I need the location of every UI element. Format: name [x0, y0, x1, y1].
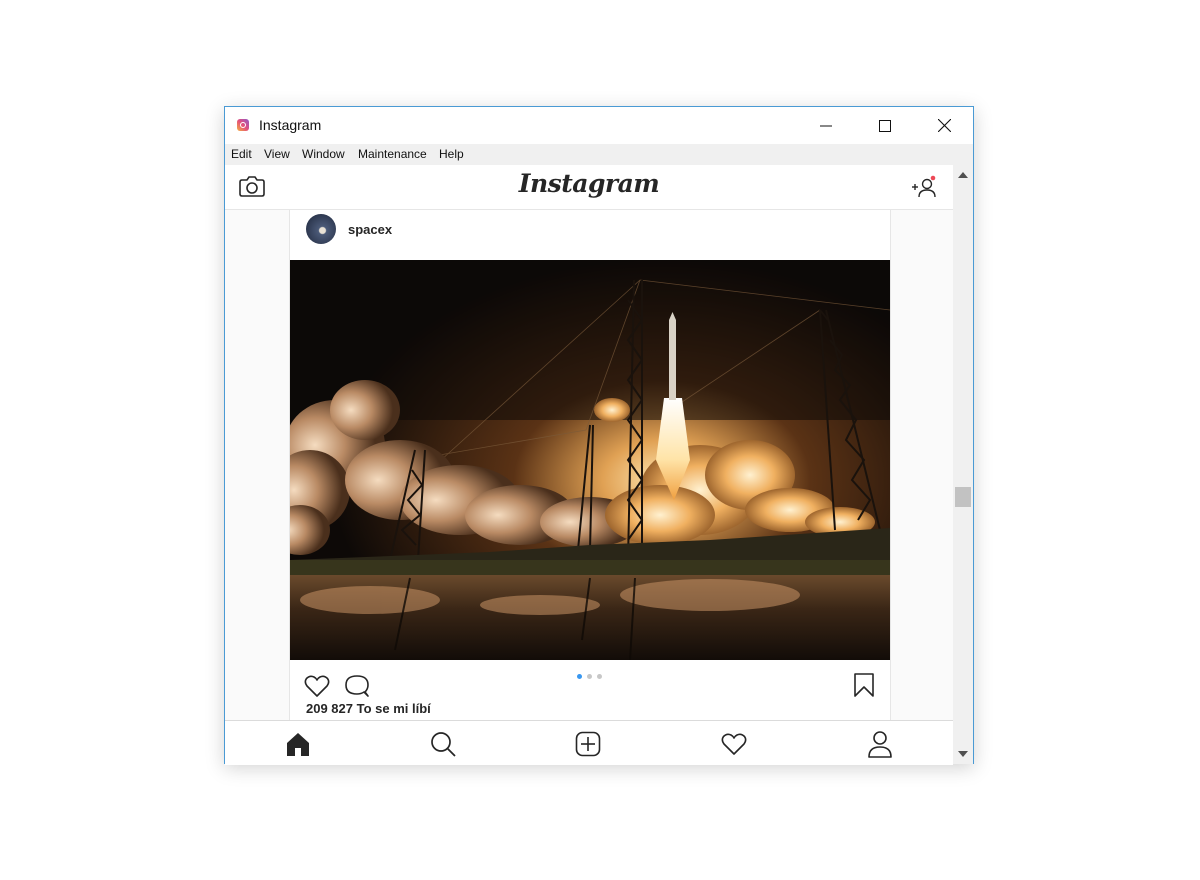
- instagram-logo: Instagram: [518, 169, 660, 198]
- like-button[interactable]: [304, 674, 330, 698]
- carousel-dot: [597, 674, 602, 679]
- scroll-thumb[interactable]: [955, 487, 971, 507]
- close-icon: [937, 119, 951, 132]
- scroll-up-arrow-icon: [958, 172, 968, 178]
- instagram-app-icon: [237, 119, 249, 131]
- comment-icon: [345, 675, 369, 697]
- likes-count[interactable]: 209 827 To se mi líbí: [306, 701, 431, 716]
- post-image[interactable]: [290, 260, 890, 660]
- minimize-icon: [820, 125, 832, 126]
- activity-heart-icon: [721, 733, 747, 755]
- close-button[interactable]: [915, 107, 973, 144]
- menu-bar: Edit View Window Maintenance Help: [225, 144, 973, 165]
- menu-window[interactable]: Window: [302, 147, 345, 161]
- search-icon: [431, 732, 456, 757]
- minimize-button[interactable]: [797, 107, 855, 144]
- nav-add-post[interactable]: [573, 729, 603, 759]
- menu-maintenance[interactable]: Maintenance: [358, 147, 427, 161]
- scroll-down-arrow-icon: [958, 751, 968, 757]
- post-username[interactable]: spacex: [348, 222, 392, 237]
- scroll-down-button[interactable]: [953, 744, 973, 764]
- carousel-dot-active: [577, 674, 582, 679]
- notification-dot: [930, 175, 936, 181]
- save-button[interactable]: [853, 672, 875, 698]
- home-icon: [287, 733, 309, 756]
- bottom-navigation: [225, 720, 953, 765]
- nav-home[interactable]: [283, 729, 313, 759]
- add-post-icon: [575, 731, 601, 757]
- carousel-dot: [587, 674, 592, 679]
- avatar[interactable]: [306, 214, 336, 244]
- maximize-button[interactable]: [856, 107, 914, 144]
- add-person-icon: [912, 175, 936, 198]
- rocket-launch-photo: [290, 260, 890, 660]
- nav-search[interactable]: [428, 729, 458, 759]
- feed-area[interactable]: Instagram spacex 209 827 To se mi líbí: [225, 165, 953, 720]
- window-title: Instagram: [259, 117, 322, 133]
- nav-activity[interactable]: [719, 729, 749, 759]
- menu-edit[interactable]: Edit: [231, 147, 252, 161]
- app-window: Instagram Edit View Window Maintenance H…: [224, 106, 974, 765]
- add-person-button[interactable]: [911, 175, 939, 199]
- profile-icon: [868, 731, 892, 758]
- title-bar: Instagram: [225, 107, 973, 144]
- maximize-icon: [879, 119, 891, 132]
- scroll-up-button[interactable]: [953, 165, 973, 185]
- post-card: spacex 209 827 To se mi líbí: [289, 210, 891, 720]
- instagram-header: Instagram: [225, 165, 953, 210]
- vertical-scrollbar[interactable]: [953, 165, 973, 764]
- menu-view[interactable]: View: [264, 147, 290, 161]
- bookmark-icon: [854, 673, 874, 697]
- menu-help[interactable]: Help: [439, 147, 464, 161]
- heart-icon: [304, 675, 330, 697]
- nav-profile[interactable]: [865, 729, 895, 759]
- comment-button[interactable]: [344, 674, 370, 698]
